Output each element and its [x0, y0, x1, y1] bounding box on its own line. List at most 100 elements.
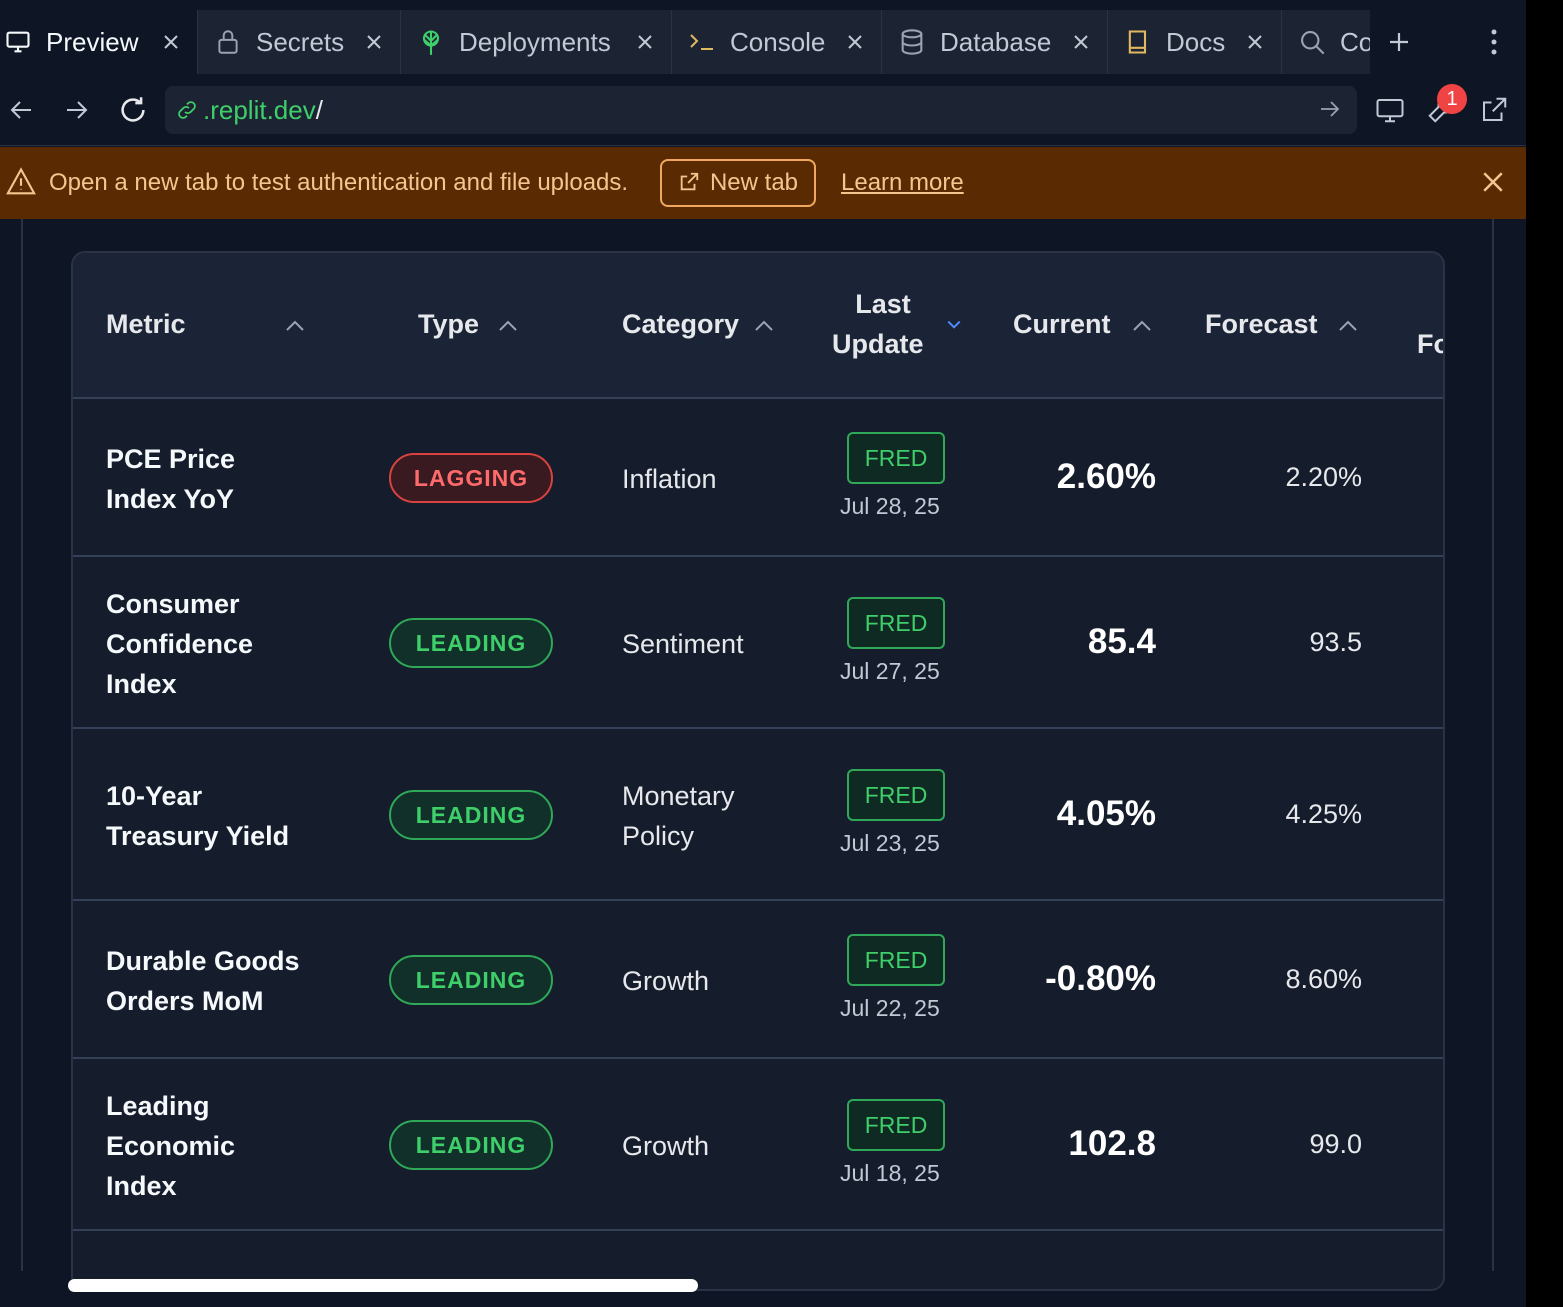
- forecast-value: 99.0: [1309, 1129, 1362, 1159]
- tab-preview[interactable]: Preview: [0, 10, 198, 74]
- header-last[interactable]: Last: [853, 289, 913, 320]
- go-arrow-icon[interactable]: [1319, 98, 1343, 122]
- tab-label: Console: [730, 26, 826, 57]
- back-icon[interactable]: [5, 94, 37, 126]
- tab-console[interactable]: Console: [672, 10, 882, 74]
- close-icon[interactable]: [362, 30, 386, 54]
- add-tab-button[interactable]: [1370, 10, 1428, 74]
- preview-frame-right: [1492, 219, 1494, 1271]
- metric-name: PCE Price Index YoY: [106, 439, 235, 519]
- preview-frame-left: [21, 219, 23, 1271]
- reload-icon[interactable]: [117, 94, 149, 126]
- address-bar-row: .replit.dev /: [0, 74, 1526, 146]
- tab-co[interactable]: Co: [1282, 10, 1370, 74]
- device-preview-icon[interactable]: [1372, 92, 1408, 128]
- close-banner-icon[interactable]: [1478, 167, 1510, 199]
- new-tab-button[interactable]: New tab: [660, 159, 816, 207]
- new-tab-label: New tab: [709, 169, 799, 196]
- header-type[interactable]: Type: [418, 309, 479, 340]
- category-line: Inflation: [622, 464, 717, 494]
- category-cell: Monetary Policy: [622, 776, 735, 856]
- category-line: Monetary: [622, 781, 735, 811]
- metric-name-line: PCE Price: [106, 444, 236, 474]
- forward-icon[interactable]: [61, 94, 93, 126]
- forecast-value: 4.25%: [1285, 799, 1362, 829]
- link-icon: [175, 98, 199, 122]
- tab-deployments[interactable]: Deployments: [401, 10, 672, 74]
- source-badge[interactable]: FRED: [847, 432, 945, 484]
- type-badge: LAGGING: [389, 453, 553, 503]
- metric-name-line: Orders MoM: [106, 986, 264, 1016]
- metric-name-line: Index: [106, 1171, 177, 1201]
- metric-name: Durable Goods Orders MoM: [106, 941, 300, 1021]
- replit-workspace: Preview Secrets Deployments Console Data…: [0, 0, 1526, 1307]
- monitor-icon: [4, 28, 32, 56]
- forecast-value: 93.5: [1309, 627, 1362, 657]
- horizontal-scrollbar[interactable]: [68, 1279, 698, 1292]
- type-badge: LEADING: [389, 790, 553, 840]
- search-icon: [1298, 28, 1326, 56]
- source-badge[interactable]: FRED: [847, 1099, 945, 1151]
- type-badge: LEADING: [389, 1120, 553, 1170]
- sort-up-icon[interactable]: [284, 315, 306, 337]
- sort-up-icon[interactable]: [1131, 315, 1153, 337]
- category-line: Sentiment: [622, 629, 744, 659]
- tab-secrets[interactable]: Secrets: [198, 10, 401, 74]
- table-header: Metric Type Category Last Update Current…: [73, 253, 1443, 399]
- tab-label: Co: [1340, 26, 1370, 57]
- sort-up-icon[interactable]: [497, 315, 519, 337]
- tab-label: Secrets: [256, 26, 345, 57]
- header-category[interactable]: Category: [622, 309, 739, 340]
- more-menu-icon[interactable]: [1462, 10, 1526, 74]
- source-badge[interactable]: FRED: [847, 769, 945, 821]
- header-metric[interactable]: Metric: [106, 309, 186, 340]
- sort-up-icon[interactable]: [753, 315, 775, 337]
- database-icon: [898, 28, 926, 56]
- learn-more-link[interactable]: Learn more: [841, 169, 964, 197]
- open-external-icon[interactable]: [1476, 92, 1512, 128]
- close-icon[interactable]: [159, 30, 183, 54]
- indicators-table: Metric Type Category Last Update Current…: [71, 251, 1445, 1291]
- table-row[interactable]: Leading Economic Index LEADING Growth FRED Jul…: [73, 1059, 1443, 1231]
- metric-name-line: Index: [106, 669, 177, 699]
- close-icon[interactable]: [1243, 30, 1267, 54]
- update-date: Jul 23, 25: [840, 830, 940, 856]
- external-link-icon: [678, 171, 702, 195]
- metric-name-line: Leading: [106, 1091, 210, 1121]
- current-value: 102.8: [1068, 1124, 1156, 1163]
- close-icon[interactable]: [1069, 30, 1093, 54]
- tab-label: Deployments: [459, 26, 611, 57]
- header-current[interactable]: Current: [1013, 309, 1111, 340]
- metric-name: 10-Year Treasury Yield: [106, 776, 289, 856]
- tab-database[interactable]: Database: [882, 10, 1108, 74]
- metric-name-line: 10-Year: [106, 781, 203, 811]
- url-host: .replit.dev: [203, 94, 316, 125]
- close-icon[interactable]: [843, 30, 867, 54]
- tab-label: Preview: [46, 26, 139, 57]
- sort-down-icon[interactable]: [945, 315, 967, 337]
- table-row[interactable]: Durable Goods Orders MoM LEADING Growth FRED…: [73, 901, 1443, 1059]
- forecast-value: 8.60%: [1285, 964, 1362, 994]
- banner-message: Open a new tab to test authentication an…: [49, 169, 629, 196]
- header-forecast[interactable]: Forecast: [1205, 309, 1318, 340]
- url-path: /: [315, 94, 323, 125]
- url-input[interactable]: .replit.dev /: [165, 86, 1357, 134]
- category-cell: Growth: [622, 1126, 709, 1166]
- tab-label: Docs: [1166, 26, 1226, 57]
- table-row[interactable]: Consumer Confidence Index LEADING Sentiment F…: [73, 557, 1443, 729]
- tab-docs[interactable]: Docs: [1108, 10, 1282, 74]
- header-update[interactable]: Update: [832, 329, 924, 360]
- header-partial-column[interactable]: Fo: [1417, 329, 1443, 360]
- metric-name-line: Confidence: [106, 629, 254, 659]
- terminal-icon: [688, 28, 716, 56]
- close-icon[interactable]: [633, 30, 657, 54]
- lock-icon: [214, 28, 242, 56]
- warning-banner: Open a new tab to test authentication an…: [0, 147, 1526, 219]
- table-row[interactable]: 10-Year Treasury Yield LEADING Monetary Poli…: [73, 729, 1443, 901]
- source-badge[interactable]: FRED: [847, 934, 945, 986]
- sort-up-icon[interactable]: [1337, 315, 1359, 337]
- table-row[interactable]: PCE Price Index YoY LAGGING Inflation FRED Ju…: [73, 399, 1443, 557]
- type-badge: LEADING: [389, 955, 553, 1005]
- source-badge[interactable]: FRED: [847, 597, 945, 649]
- metric-name: Leading Economic Index: [106, 1086, 235, 1206]
